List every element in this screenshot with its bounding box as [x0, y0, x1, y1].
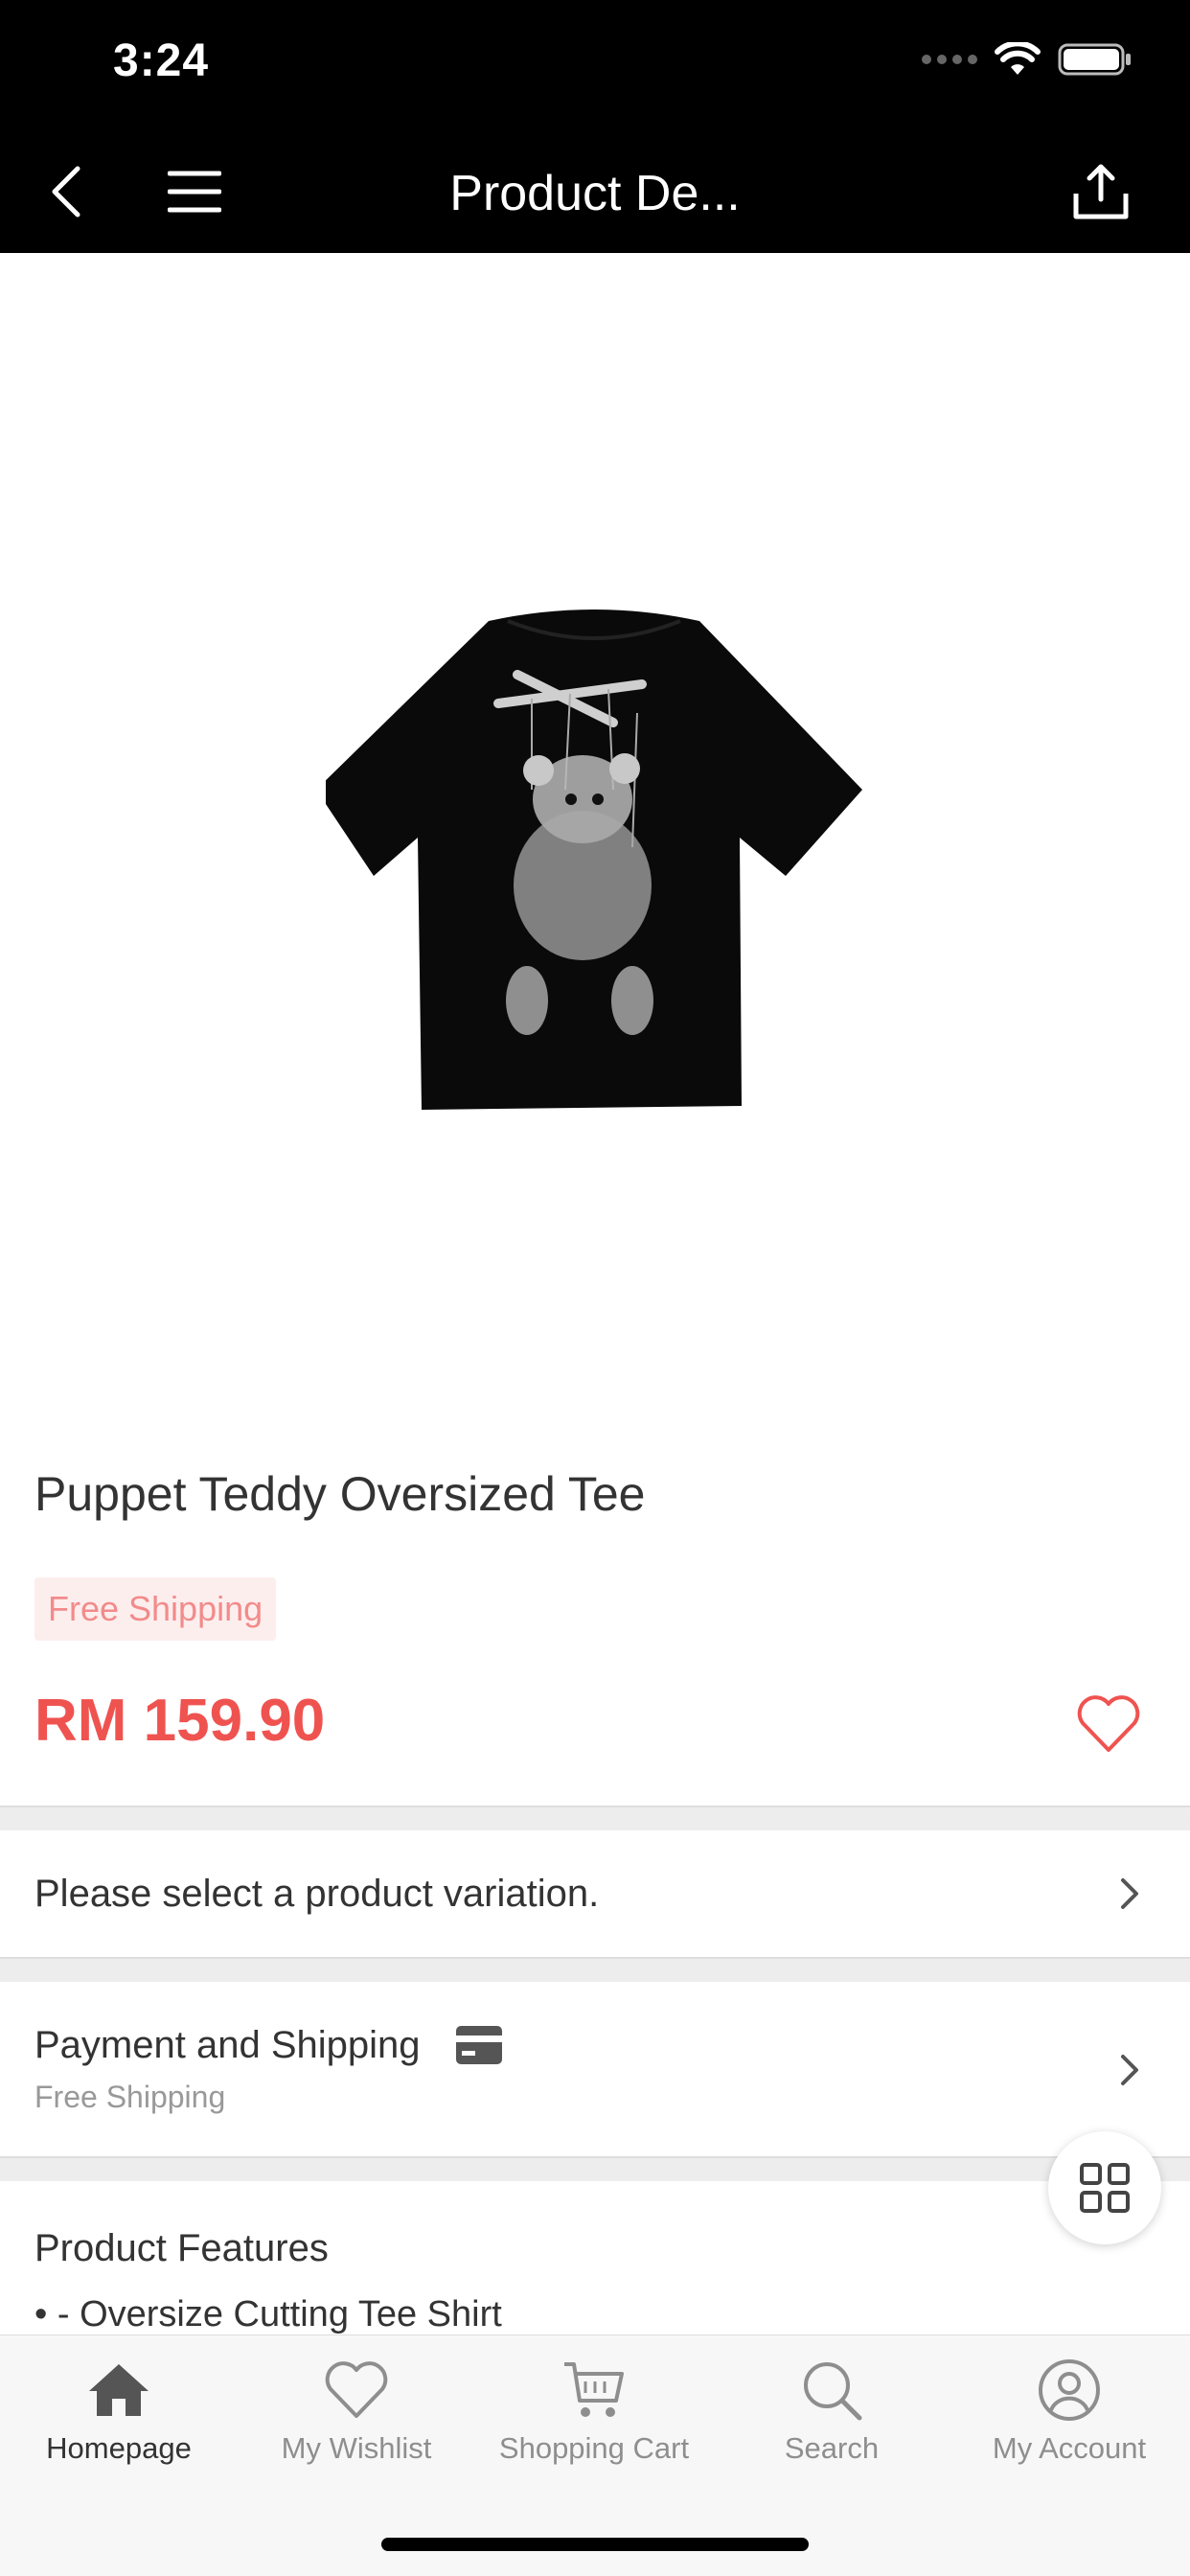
chevron-right-icon [1121, 2055, 1138, 2085]
account-icon [1039, 2359, 1100, 2421]
top-bar: 3:24 Product De... [0, 0, 1190, 253]
tab-shopping-cart[interactable]: Shopping Cart [475, 2357, 713, 2491]
features-item: • - Oversize Cutting Tee Shirt [34, 2294, 502, 2334]
payment-shipping-row[interactable]: Payment and Shipping Free Shipping [0, 1982, 1190, 2156]
share-icon [1073, 164, 1129, 219]
status-icons [922, 42, 1133, 77]
section-divider [0, 1806, 1190, 1830]
chevron-right-icon [1121, 1878, 1138, 1909]
product-price: RM 159.90 [34, 1688, 326, 1754]
home-icon [89, 2364, 149, 2416]
tab-search[interactable]: Search [713, 2357, 950, 2491]
home-indicator [381, 2538, 809, 2551]
variation-selector[interactable]: Please select a product variation. [0, 1830, 1190, 1957]
tab-account[interactable]: My Account [950, 2357, 1188, 2491]
battery-icon [1058, 43, 1131, 76]
credit-card-icon [456, 2026, 502, 2064]
product-image [326, 610, 862, 1110]
tab-wishlist[interactable]: My Wishlist [238, 2357, 475, 2491]
grid-menu-button[interactable] [1048, 2131, 1161, 2244]
status-time: 3:24 [113, 35, 210, 86]
search-icon [804, 2362, 862, 2421]
payment-sub-label: Free Shipping [34, 2080, 226, 2114]
product-image-area[interactable] [0, 253, 1190, 1403]
variation-label: Please select a product variation. [34, 1873, 600, 1915]
product-info: Puppet Teddy Oversized Tee Free Shipping… [0, 1403, 1190, 1806]
section-divider [0, 2156, 1190, 2181]
product-name: Puppet Teddy Oversized Tee [34, 1467, 646, 1521]
signal-icon [922, 55, 977, 64]
tab-homepage[interactable]: Homepage [0, 2357, 238, 2491]
tab-label: Search [784, 2431, 880, 2465]
section-divider [0, 1957, 1190, 1982]
grid-icon [1080, 2163, 1130, 2213]
tab-label: Homepage [46, 2431, 192, 2465]
page-title: Product De... [449, 166, 741, 221]
payment-label: Payment and Shipping [34, 2024, 421, 2066]
free-shipping-badge: Free Shipping [34, 1577, 277, 1641]
heart-icon [325, 2361, 388, 2418]
tab-label: My Account [992, 2431, 1147, 2465]
wishlist-heart-icon[interactable] [1075, 1690, 1142, 1758]
features-title: Product Features [34, 2227, 329, 2269]
cart-icon [564, 2362, 624, 2417]
tab-label: My Wishlist [281, 2431, 432, 2465]
wifi-icon [995, 42, 1041, 75]
share-button[interactable] [1058, 144, 1144, 240]
tab-label: Shopping Cart [498, 2431, 690, 2465]
navigation-bar: Product De... [0, 144, 1190, 240]
